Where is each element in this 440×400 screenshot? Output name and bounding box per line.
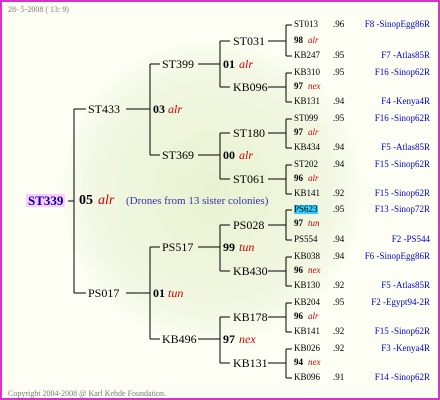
origin-label: F15 -Sinop62R xyxy=(374,188,430,198)
origin-label: F8 -SinopEgg86R xyxy=(364,19,430,29)
date-stamp: 28- 5-2008 ( 13: 9) xyxy=(8,5,69,14)
queen-score: 03 xyxy=(153,102,165,116)
queen-score: 00 xyxy=(223,148,235,162)
queen-gene: alr xyxy=(308,35,319,45)
queen-id[interactable]: ST061 xyxy=(233,173,265,185)
origin-label: F2 -PS544 xyxy=(391,234,430,244)
origin-label: F13 -Sinop72R xyxy=(374,204,430,214)
root-note: (Drones from 13 sister colonies) xyxy=(126,195,269,207)
queen-gene: nex xyxy=(239,332,256,346)
root-gene: alr xyxy=(98,193,115,208)
queen-id[interactable]: KB430 xyxy=(233,265,268,277)
queen-score: 97 xyxy=(294,81,303,91)
queen-score: 94 xyxy=(294,357,303,367)
queen-score: 96 xyxy=(294,173,303,183)
queen-gene: nex xyxy=(308,265,321,275)
queen-id[interactable]: KB131 xyxy=(233,357,268,369)
origin-label: F16 -Sinop62R xyxy=(374,67,430,77)
queen-score: 96 xyxy=(294,311,303,321)
queen-id[interactable]: PS028 xyxy=(233,219,264,231)
queen-score: 01 xyxy=(223,57,235,71)
queen-gene: alr xyxy=(239,148,254,162)
copyright: Copyright 2004-2008 @ Karl Kehde Foundat… xyxy=(8,389,167,398)
queen-gene: alr xyxy=(308,173,319,183)
queen-id[interactable]: ST180 xyxy=(233,127,265,139)
queen-id[interactable]: PS017 xyxy=(88,287,119,299)
queen-gene: tun xyxy=(168,286,184,300)
queen-id[interactable]: PS517 xyxy=(162,241,193,253)
queen-id[interactable]: KB496 xyxy=(162,333,197,345)
queen-id[interactable]: ST031 xyxy=(233,35,265,47)
origin-label: F7 -Atlas85R xyxy=(381,50,430,60)
origin-label: F4 -Kenya4R xyxy=(381,96,430,106)
queen-id[interactable]: ST433 xyxy=(88,103,120,115)
queen-id[interactable]: ST369 xyxy=(162,149,194,161)
queen-score: 97 xyxy=(294,218,303,228)
origin-label: F15 -Sinop62R xyxy=(374,326,430,336)
queen-gene: alr xyxy=(239,57,254,71)
queen-id[interactable]: ST399 xyxy=(162,58,194,70)
queen-id[interactable]: KB178 xyxy=(233,311,268,323)
root-queen-id[interactable]: ST339 xyxy=(26,194,66,207)
origin-label: F15 -Sinop62R xyxy=(374,159,430,169)
queen-score: 96 xyxy=(294,265,303,275)
origin-label: F16 -Sinop62R xyxy=(374,113,430,123)
queen-gene: nex xyxy=(308,357,321,367)
queen-gene: alr xyxy=(168,102,183,116)
queen-gene: nex xyxy=(308,81,321,91)
queen-score: 97 xyxy=(223,332,235,346)
queen-id[interactable]: KB096 xyxy=(233,81,268,93)
origin-label: F6 -SinopEgg86R xyxy=(364,251,430,261)
root-score: 05 xyxy=(79,193,93,208)
queen-gene: tun xyxy=(308,218,320,228)
origin-label: F14 -Sinop62R xyxy=(374,372,430,382)
origin-label: F3 -Kenya4R xyxy=(381,343,430,353)
queen-score: 97 xyxy=(294,127,303,137)
queen-score: 99 xyxy=(223,240,235,254)
pedigree-panel: 28- 5-2008 ( 13: 9) ST339 05 alr (Drones… xyxy=(0,0,440,400)
origin-label: F2 -Egypt94-2R xyxy=(371,297,430,307)
origin-label: F5 -Atlas85R xyxy=(381,280,430,290)
queen-gene: alr xyxy=(308,311,319,321)
queen-score: 01 xyxy=(153,286,165,300)
queen-score: 98 xyxy=(294,35,303,45)
origin-label: F5 -Atlas85R xyxy=(381,142,430,152)
queen-gene: alr xyxy=(308,127,319,137)
queen-gene: tun xyxy=(239,240,255,254)
